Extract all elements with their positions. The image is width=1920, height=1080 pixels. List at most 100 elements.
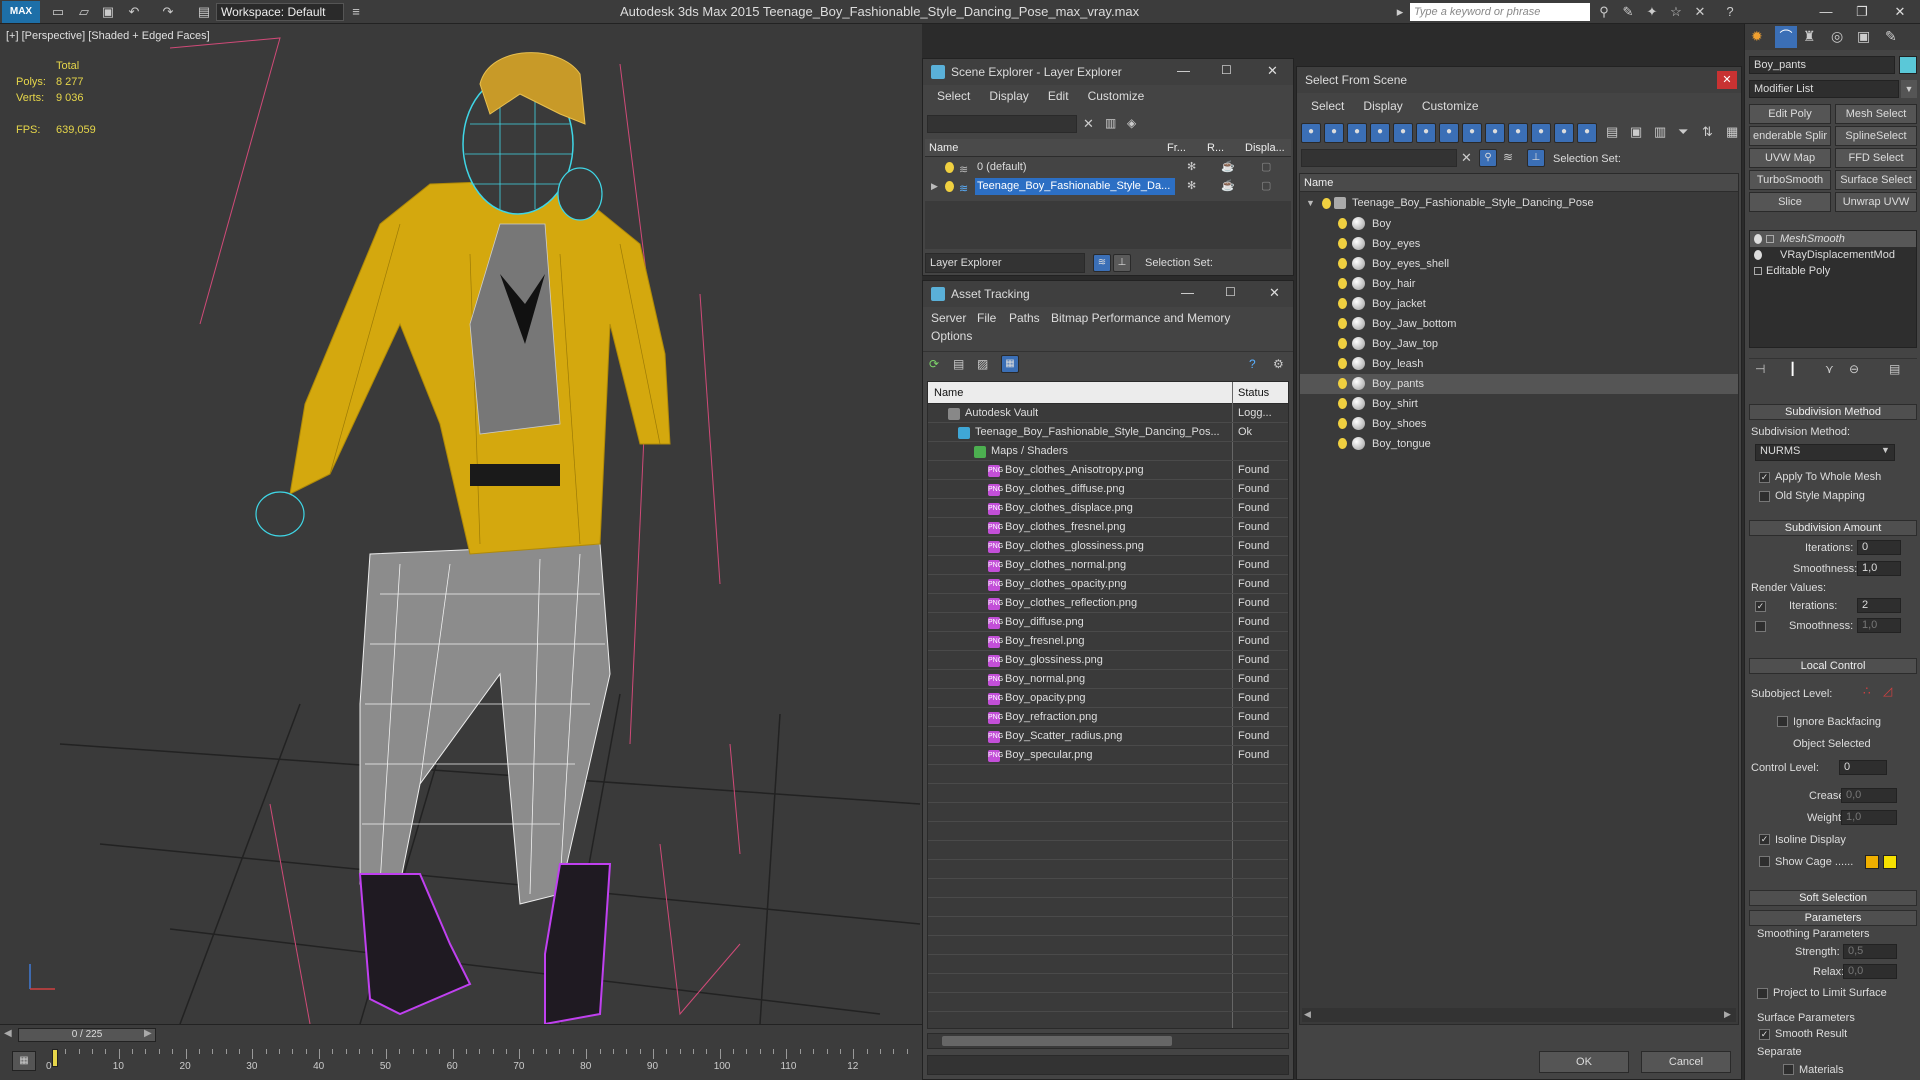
display-geometry-icon[interactable]: ● (1301, 123, 1321, 143)
workspace-dropdown[interactable]: Workspace: Default (216, 3, 344, 21)
cage-color-swatch[interactable] (1865, 855, 1879, 869)
se-menu-display[interactable]: Display (989, 85, 1028, 107)
sfs-object-row[interactable]: Boy_Jaw_bottom (1300, 314, 1738, 334)
stack-item-label[interactable]: Editable Poly (1766, 263, 1830, 279)
cage-selected-color-swatch[interactable] (1883, 855, 1897, 869)
modifier-button-mesh-select[interactable]: Mesh Select (1835, 104, 1917, 124)
at-horizontal-scrollbar[interactable] (927, 1033, 1289, 1049)
table-row[interactable]: PNG Boy_specular.png Found (928, 746, 1288, 765)
sfs-clear-icon[interactable]: ✕ (1461, 150, 1472, 166)
create-tab-icon[interactable]: ✹ (1751, 28, 1763, 45)
sfs-hierarchy-icon[interactable]: ⊥ (1527, 149, 1545, 167)
search-input[interactable]: Type a keyword or phrase (1410, 3, 1590, 21)
display-groups-icon[interactable]: ● (1439, 123, 1459, 143)
lightbulb-icon[interactable] (1338, 338, 1347, 349)
sfs-horizontal-scrollbar[interactable]: ◀ ▶ (1302, 1008, 1736, 1022)
sfs-layer-icon[interactable]: ≋ (1503, 150, 1513, 164)
rollout-subdivision-amount[interactable]: Subdivision Amount (1749, 520, 1917, 536)
table-row[interactable]: PNG Boy_clothes_fresnel.png Found (928, 518, 1288, 537)
render-smoothness-checkbox[interactable] (1755, 621, 1766, 632)
display-tab-icon[interactable]: ▣ (1857, 28, 1870, 45)
chevron-down-icon[interactable]: ▼ (1881, 445, 1890, 455)
at-help-icon[interactable]: ? (1249, 357, 1256, 371)
tools-icon[interactable]: ✎ (1620, 4, 1636, 20)
se-col-render[interactable]: R... (1207, 139, 1224, 157)
select-invert-icon[interactable]: ▥ (1654, 124, 1666, 140)
lightbulb-icon[interactable] (1338, 358, 1347, 369)
sfs-filter-icon[interactable]: ⚲ (1479, 149, 1497, 167)
se-filter-icon[interactable]: ▥ (1105, 116, 1116, 130)
sfs-object-row[interactable]: Boy_leash (1300, 354, 1738, 374)
se-hierarchy-mode-icon[interactable]: ⊥ (1113, 254, 1131, 272)
sfs-menu-display[interactable]: Display (1363, 95, 1402, 117)
modifier-button-ffd-select[interactable]: FFD Select (1835, 148, 1917, 168)
se-menu-select[interactable]: Select (937, 85, 970, 107)
at-menu-server[interactable]: Server (931, 311, 966, 325)
se-layers-mode-icon[interactable]: ≋ (1093, 254, 1111, 272)
lightbulb-icon[interactable] (1338, 418, 1347, 429)
at-col-status[interactable]: Status (1238, 382, 1269, 404)
collapse-arrow-icon[interactable]: ▼ (1306, 194, 1315, 213)
minimize-button[interactable]: — (1812, 2, 1840, 22)
favorites-star-icon[interactable]: ☆ (1668, 4, 1684, 20)
control-level-spinner[interactable]: 0 (1839, 760, 1887, 775)
make-unique-icon[interactable]: ⋎ (1825, 362, 1834, 376)
scene-explorer-minimize-button[interactable]: — (1177, 63, 1190, 78)
iterations-spinner[interactable]: 0 (1857, 540, 1901, 555)
edge-level-icon[interactable]: ◿ (1883, 684, 1892, 698)
se-clear-icon[interactable]: ✕ (1083, 116, 1094, 132)
filter-funnel-icon[interactable]: ⏷ (1678, 124, 1688, 140)
old-style-mapping-checkbox[interactable] (1759, 491, 1770, 502)
refresh-icon[interactable]: ⟳ (929, 357, 939, 371)
sfs-object-row[interactable]: Boy_pants (1300, 374, 1738, 394)
display-hidden-icon[interactable]: ● (1554, 123, 1574, 143)
table-view-icon[interactable]: ▦ (1001, 355, 1019, 373)
expand-box-icon[interactable] (1766, 235, 1774, 243)
table-row[interactable]: Autodesk Vault Logg... (928, 404, 1288, 423)
sfs-object-row[interactable]: Boy_shoes (1300, 414, 1738, 434)
modifier-button-enderable-splir[interactable]: enderable Splir (1749, 126, 1831, 146)
table-row[interactable]: PNG Boy_clothes_reflection.png Found (928, 594, 1288, 613)
object-color-swatch[interactable] (1899, 56, 1917, 74)
sfs-object-row[interactable]: Boy_hair (1300, 274, 1738, 294)
lightbulb-icon[interactable] (1338, 218, 1347, 229)
smooth-result-checkbox[interactable]: ✓ (1759, 1029, 1770, 1040)
materials-checkbox[interactable] (1783, 1064, 1794, 1075)
table-row[interactable]: Maps / Shaders (928, 442, 1288, 461)
maximize-button[interactable]: ❐ (1848, 2, 1876, 22)
table-row[interactable]: PNG Boy_clothes_glossiness.png Found (928, 537, 1288, 556)
list-view-icon[interactable]: ▤ (953, 357, 964, 371)
redo-icon[interactable]: ↷ (160, 4, 176, 20)
utilities-tab-icon[interactable]: ✎ (1885, 28, 1897, 45)
sfs-object-row[interactable]: Boy_jacket (1300, 294, 1738, 314)
scroll-right-arrow-icon[interactable]: ▶ (1724, 1009, 1731, 1020)
modifier-button-surface-select[interactable]: Surface Select (1835, 170, 1917, 190)
undo-icon[interactable]: ↶ (126, 4, 142, 20)
binoculars-icon[interactable]: ⚲ (1596, 4, 1612, 20)
columns-icon[interactable]: ▦ (1726, 124, 1738, 140)
table-row[interactable]: PNG Boy_glossiness.png Found (928, 651, 1288, 670)
sfs-object-row[interactable]: Boy_eyes_shell (1300, 254, 1738, 274)
sfs-root-row[interactable]: ▼ Teenage_Boy_Fashionable_Style_Dancing_… (1300, 194, 1738, 213)
sfs-root-name[interactable]: Teenage_Boy_Fashionable_Style_Dancing_Po… (1352, 194, 1594, 213)
display-helpers-icon[interactable]: ● (1393, 123, 1413, 143)
curve-editor-icon[interactable]: ▦ (12, 1051, 36, 1071)
table-row[interactable]: PNG Boy_diffuse.png Found (928, 613, 1288, 632)
sfs-menu-select[interactable]: Select (1311, 95, 1344, 117)
new-file-icon[interactable]: ▭ (50, 4, 66, 20)
display-box-icon[interactable]: ▢ (1261, 158, 1271, 177)
lightbulb-icon[interactable] (945, 181, 954, 192)
render-iterations-spinner[interactable]: 2 (1857, 598, 1901, 613)
open-file-icon[interactable]: ▱ (76, 4, 92, 20)
at-menu-file[interactable]: File (977, 311, 996, 325)
stack-item-label[interactable]: MeshSmooth (1780, 231, 1845, 247)
perspective-viewport[interactable]: [+] [Perspective] [Shaded + Edged Faces]… (0, 24, 922, 1024)
display-all-icon[interactable]: ● (1577, 123, 1597, 143)
se-layer-tool-icon[interactable]: ◈ (1127, 116, 1136, 130)
at-maximize-button[interactable]: ☐ (1225, 285, 1236, 299)
se-col-frozen[interactable]: Fr... (1167, 139, 1186, 157)
se-layer-name[interactable]: 0 (default) (977, 158, 1027, 177)
relax-spinner[interactable]: 0,0 (1843, 964, 1897, 979)
at-menu-options[interactable]: Options (931, 329, 972, 343)
scene-explorer-close-button[interactable]: ✕ (1267, 63, 1278, 79)
